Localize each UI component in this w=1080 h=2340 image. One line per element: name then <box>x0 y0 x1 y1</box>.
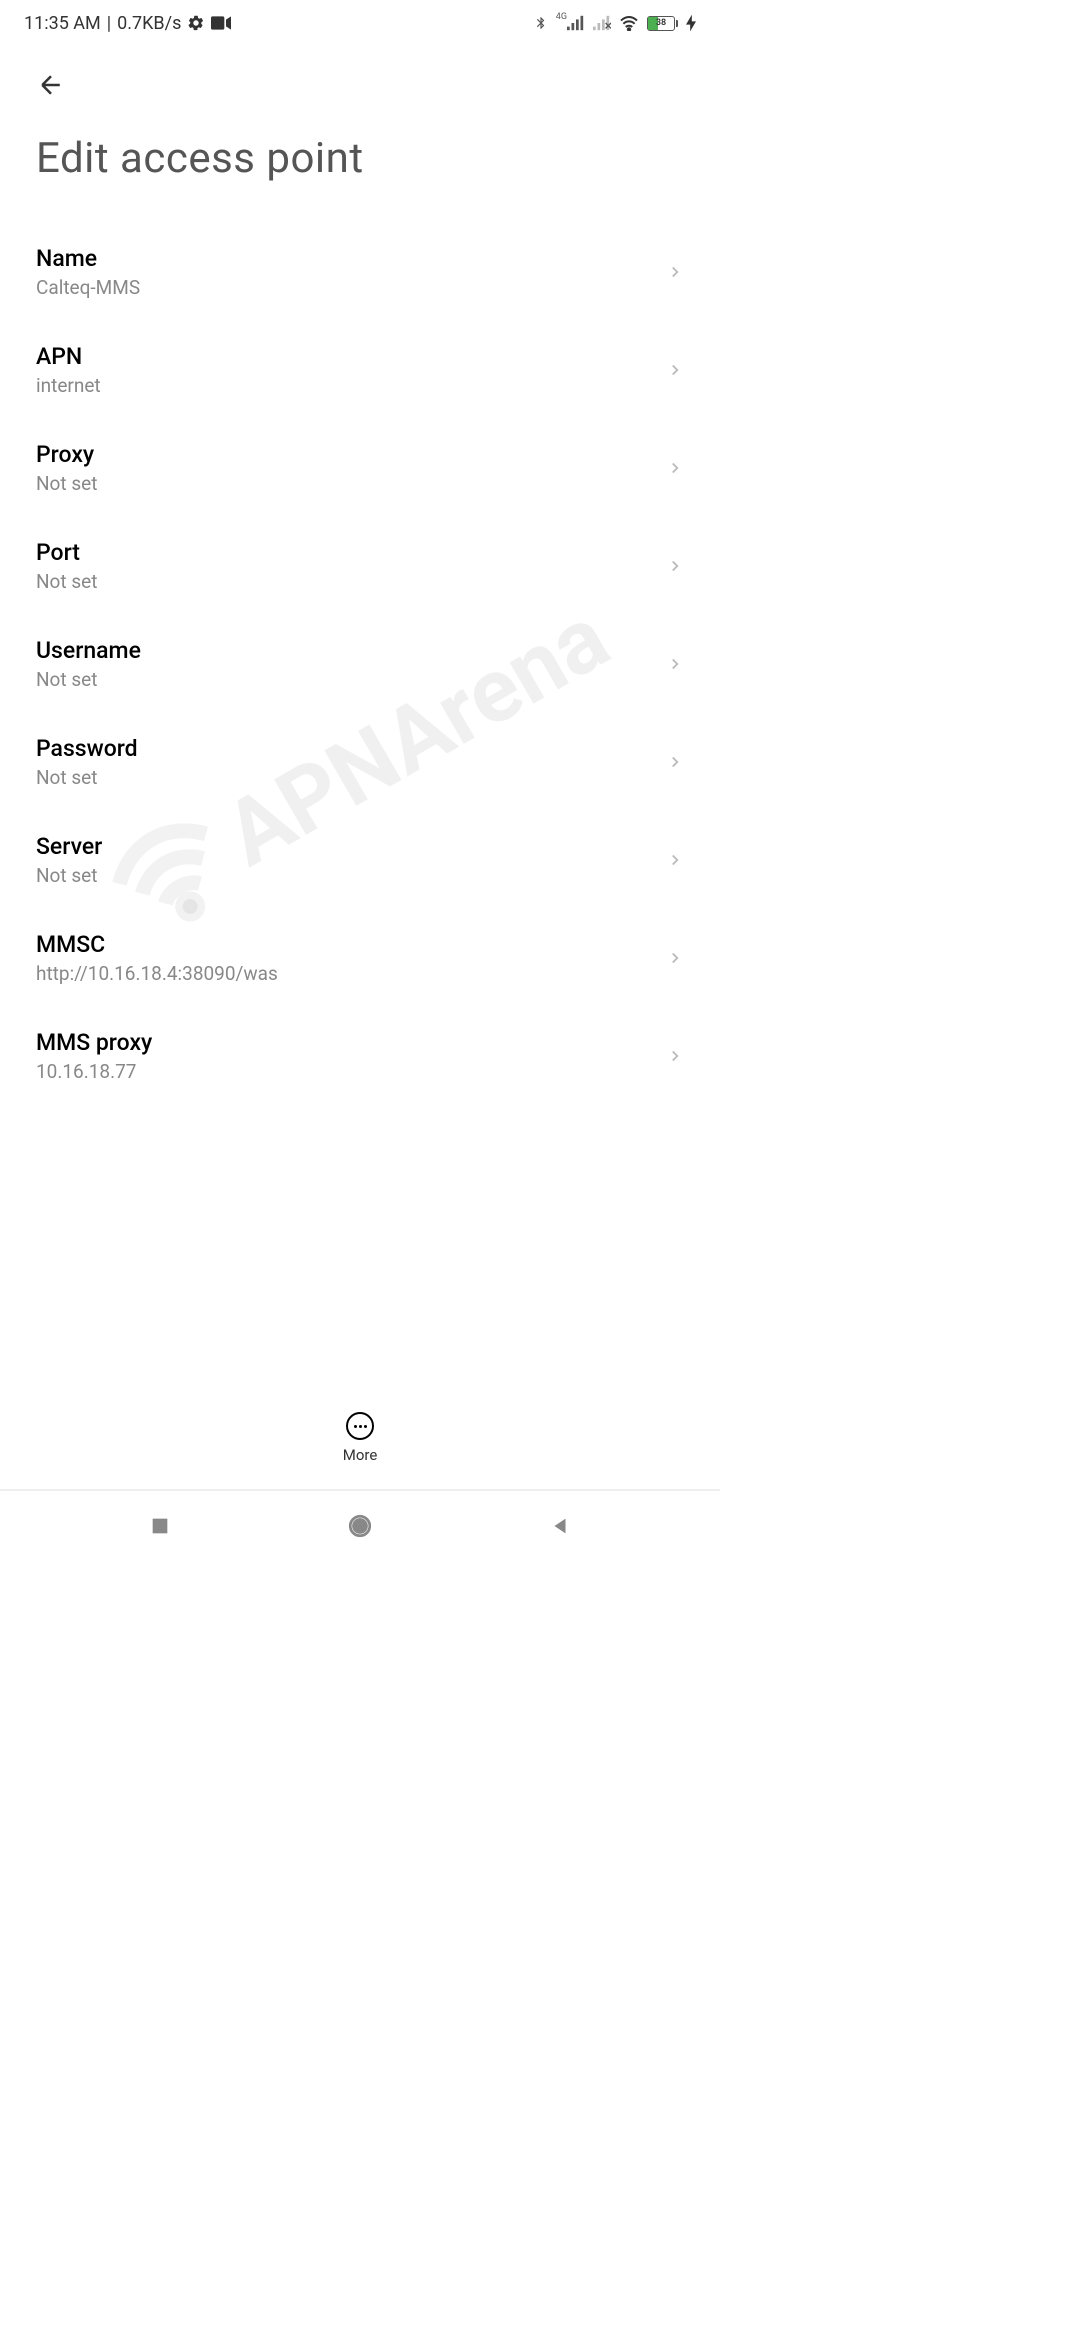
setting-label: MMS proxy <box>36 1029 666 1056</box>
navigation-bar <box>0 1490 720 1560</box>
video-icon <box>211 16 231 30</box>
status-left: 11:35 AM | 0.7KB/s <box>24 13 231 34</box>
setting-proxy[interactable]: Proxy Not set <box>0 419 720 517</box>
recent-apps-icon <box>149 1515 171 1537</box>
nav-home-button[interactable] <box>340 1506 380 1546</box>
setting-label: Proxy <box>36 441 666 468</box>
setting-apn[interactable]: APN internet <box>0 321 720 419</box>
setting-mms-proxy[interactable]: MMS proxy 10.16.18.77 <box>0 1007 720 1105</box>
setting-value: Not set <box>36 668 666 691</box>
setting-value: Not set <box>36 570 666 593</box>
more-label: More <box>343 1446 378 1464</box>
nav-recent-button[interactable] <box>140 1506 180 1546</box>
chevron-right-icon <box>666 459 684 477</box>
setting-label: Name <box>36 245 666 272</box>
setting-password[interactable]: Password Not set <box>0 713 720 811</box>
status-time: 11:35 AM <box>24 13 101 34</box>
setting-label: Username <box>36 637 666 664</box>
setting-server[interactable]: Server Not set <box>0 811 720 909</box>
setting-label: APN <box>36 343 666 370</box>
setting-name[interactable]: Name Calteq-MMS <box>0 223 720 321</box>
chevron-right-icon <box>666 851 684 869</box>
more-icon <box>346 1412 374 1440</box>
chevron-right-icon <box>666 655 684 673</box>
back-triangle-icon <box>549 1515 571 1537</box>
status-right: 4G 38 <box>534 13 696 33</box>
setting-label: Server <box>36 833 666 860</box>
wifi-icon <box>619 15 639 31</box>
gear-icon <box>187 14 205 32</box>
status-separator: | <box>107 13 111 34</box>
setting-value: Not set <box>36 472 666 495</box>
setting-value: 10.16.18.77 <box>36 1060 666 1083</box>
setting-label: Password <box>36 735 666 762</box>
settings-list: Name Calteq-MMS APN internet Proxy Not s… <box>0 203 720 1125</box>
setting-value: internet <box>36 374 666 397</box>
charging-icon <box>686 14 696 32</box>
setting-mmsc[interactable]: MMSC http://10.16.18.4:38090/was <box>0 909 720 1007</box>
setting-port[interactable]: Port Not set <box>0 517 720 615</box>
chevron-right-icon <box>666 753 684 771</box>
bluetooth-icon <box>534 13 548 33</box>
chevron-right-icon <box>666 1047 684 1065</box>
bottom-action-bar: More <box>0 1392 720 1480</box>
chevron-right-icon <box>666 949 684 967</box>
status-data-rate: 0.7KB/s <box>117 13 181 34</box>
setting-value: Not set <box>36 864 666 887</box>
setting-username[interactable]: Username Not set <box>0 615 720 713</box>
chevron-right-icon <box>666 263 684 281</box>
page-title: Edit access point <box>0 104 720 203</box>
signal-no-sim-icon <box>593 15 611 31</box>
chevron-right-icon <box>666 557 684 575</box>
back-arrow-icon <box>36 70 66 100</box>
more-button[interactable]: More <box>343 1412 378 1464</box>
setting-label: MMSC <box>36 931 666 958</box>
battery-icon: 38 <box>647 16 678 31</box>
chevron-right-icon <box>666 361 684 379</box>
setting-value: Not set <box>36 766 666 789</box>
setting-value: http://10.16.18.4:38090/was <box>36 962 666 985</box>
setting-label: Port <box>36 539 666 566</box>
back-button[interactable] <box>0 46 720 104</box>
home-icon <box>347 1513 373 1539</box>
signal-4g-icon: 4G <box>556 15 585 31</box>
nav-back-button[interactable] <box>540 1506 580 1546</box>
setting-value: Calteq-MMS <box>36 276 666 299</box>
status-bar: 11:35 AM | 0.7KB/s 4G 38 <box>0 0 720 46</box>
